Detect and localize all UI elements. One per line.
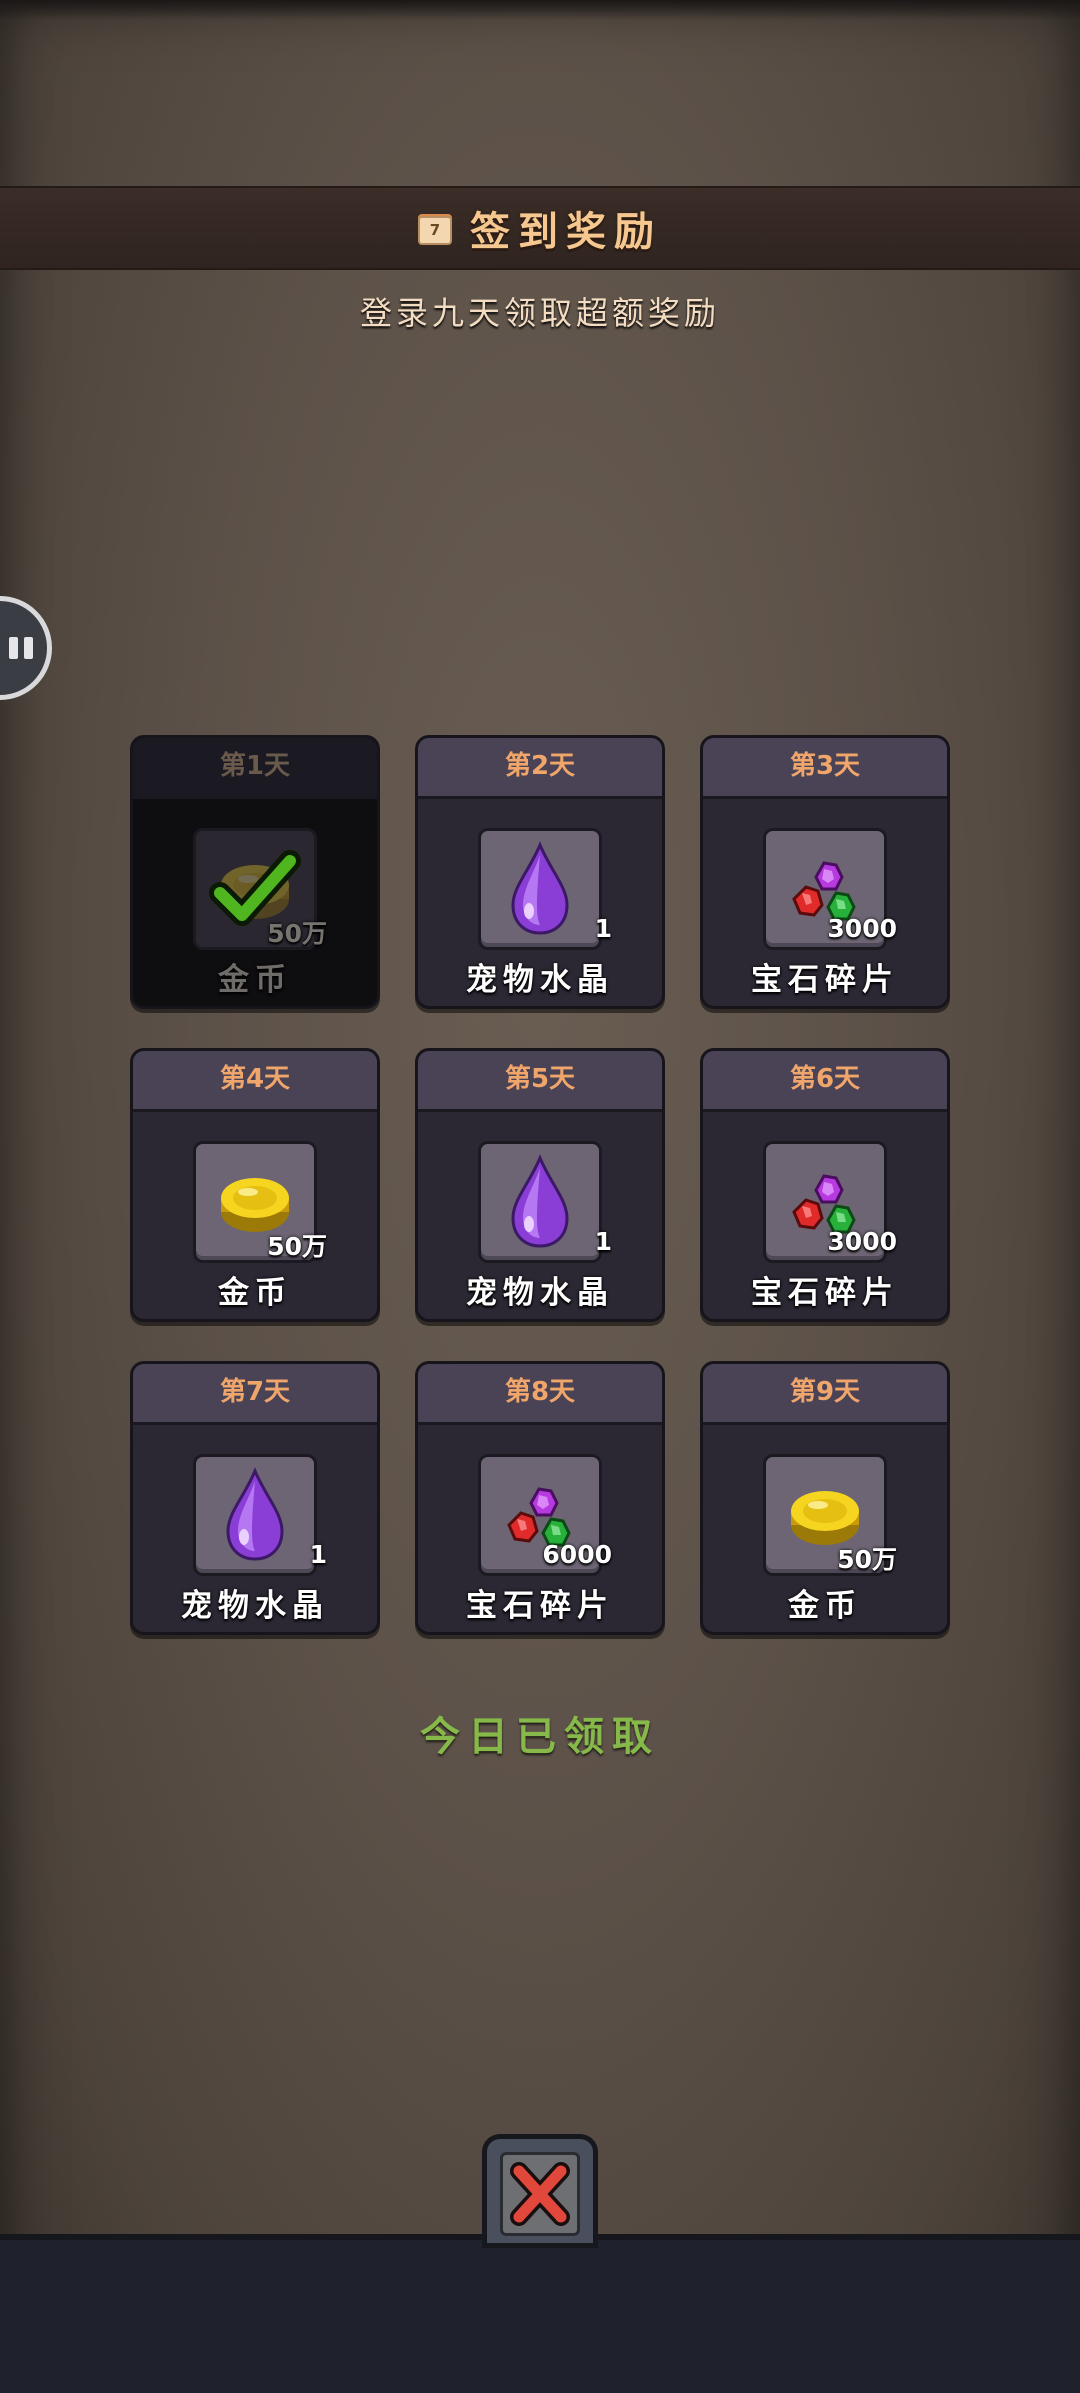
pet-crystal-icon (511, 841, 569, 935)
day-label: 第2天 (418, 738, 662, 799)
day-label: 第1天 (133, 738, 377, 799)
day-card-9[interactable]: 第9天 50万金币 (700, 1361, 950, 1635)
reward-name: 金币 (218, 962, 292, 998)
pause-icon (9, 637, 18, 659)
day-card-5[interactable]: 第5天 1 宠物水晶 (415, 1048, 665, 1322)
reward-item-slot (478, 828, 602, 950)
day-label: 第9天 (703, 1364, 947, 1425)
day-card-4[interactable]: 第4天 50万金币 (130, 1048, 380, 1322)
reward-item-slot (193, 1454, 317, 1576)
reward-quantity: 50万 (267, 1232, 327, 1261)
reward-name: 宝石碎片 (466, 1588, 614, 1624)
reward-name: 宝石碎片 (751, 1275, 899, 1311)
reward-item-slot (478, 1141, 602, 1263)
reward-name: 宠物水晶 (181, 1588, 329, 1624)
reward-name: 宝石碎片 (751, 962, 899, 998)
day-card-7[interactable]: 第7天 1 宠物水晶 (130, 1361, 380, 1635)
day-label: 第8天 (418, 1364, 662, 1425)
reward-name: 金币 (218, 1275, 292, 1311)
reward-name: 宠物水晶 (466, 1275, 614, 1311)
reward-quantity: 50万 (267, 919, 327, 948)
title-bar: 7 签到奖励 (0, 186, 1080, 270)
day-label: 第7天 (133, 1364, 377, 1425)
reward-name: 金币 (788, 1588, 862, 1624)
reward-name: 宠物水晶 (466, 962, 614, 998)
bottom-bar (0, 2234, 1080, 2393)
close-icon (510, 2162, 570, 2226)
reward-quantity: 1 (594, 1227, 612, 1256)
reward-quantity: 1 (309, 1540, 327, 1569)
day-label: 第3天 (703, 738, 947, 799)
calendar-icon: 7 (418, 211, 452, 245)
reward-quantity: 3000 (827, 914, 897, 943)
reward-quantity: 50万 (837, 1545, 897, 1574)
reward-quantity: 6000 (542, 1540, 612, 1569)
day-card-1[interactable]: 第1天 50万金币 (130, 735, 380, 1009)
reward-quantity: 1 (594, 914, 612, 943)
day-card-3[interactable]: 第3天 3000 宝石碎片 (700, 735, 950, 1009)
day-label: 第4天 (133, 1051, 377, 1112)
top-shadow (0, 0, 1080, 20)
day-card-6[interactable]: 第6天 3000 宝石碎片 (700, 1048, 950, 1322)
claim-status: 今日已领取 (420, 1714, 660, 1760)
pet-crystal-icon (226, 1467, 284, 1561)
calendar-day-number: 7 (418, 216, 452, 245)
reward-quantity: 3000 (827, 1227, 897, 1256)
pet-crystal-icon (511, 1154, 569, 1248)
day-card-8[interactable]: 第8天 6000 宝石碎片 (415, 1361, 665, 1635)
reward-grid: 第1天 50万 金币 第2天 1 宠物水晶 第3天 3000 宝石碎片 第4天 50万 金币 第5天 1 宠… (130, 735, 950, 1635)
day-card-2[interactable]: 第2天 1 宠物水晶 (415, 735, 665, 1009)
subtitle: 登录九天领取超额奖励 (359, 294, 720, 332)
page-title: 签到奖励 (470, 209, 662, 255)
day-label: 第5天 (418, 1051, 662, 1112)
close-button[interactable] (482, 2134, 598, 2248)
day-label: 第6天 (703, 1051, 947, 1112)
